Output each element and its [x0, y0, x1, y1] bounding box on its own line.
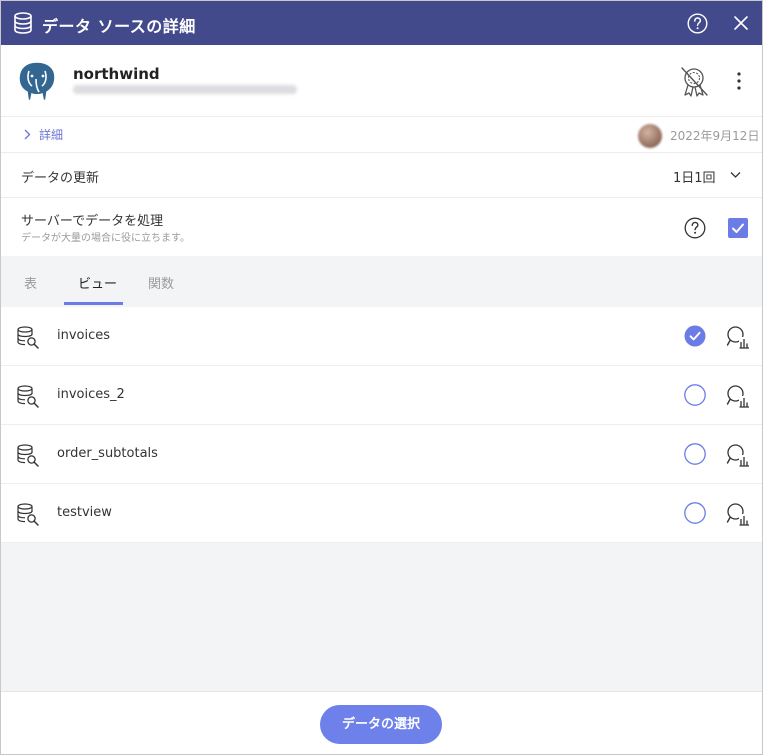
database-search-icon — [17, 503, 39, 526]
list-item[interactable]: invoices_2 — [1, 366, 762, 425]
details-row: 詳細 2022年9月12日 — [1, 117, 762, 153]
data-preview-icon[interactable] — [726, 384, 750, 408]
tab-views[interactable]: ビュー — [78, 273, 117, 292]
data-preview-icon[interactable] — [726, 502, 750, 526]
server-processing-checkbox[interactable] — [728, 218, 748, 238]
tab-bar: 表 ビュー 関数 — [1, 256, 762, 307]
question-icon[interactable] — [684, 217, 706, 239]
details-link[interactable]: 詳細 — [39, 126, 63, 143]
connection-account-redacted — [73, 85, 297, 94]
server-processing-label: サーバーでデータを処理 — [21, 214, 164, 229]
chevron-right-icon[interactable] — [23, 129, 31, 140]
active-tab-indicator — [64, 302, 123, 305]
tab-functions[interactable]: 関数 — [148, 273, 174, 292]
refresh-frequency-dropdown[interactable]: 1日1回 — [673, 167, 716, 186]
title-bar: データ ソースの詳細 — [1, 1, 762, 45]
connection-name: northwind — [73, 65, 160, 83]
server-processing-description: データが大量の場合に役に立ちます。 — [21, 233, 190, 244]
certified-badge-off-icon[interactable] — [677, 65, 711, 99]
window-title: データ ソースの詳細 — [42, 17, 196, 36]
data-refresh-row: データの更新 1日1回 — [1, 153, 762, 198]
help-icon[interactable] — [687, 13, 708, 34]
chevron-down-icon[interactable] — [730, 171, 741, 179]
view-name: invoices_2 — [57, 387, 125, 402]
view-name: order_subtotals — [57, 446, 158, 461]
list-item[interactable]: invoices — [1, 307, 762, 366]
footer: データの選択 — [1, 691, 762, 754]
tab-tables[interactable]: 表 — [24, 273, 37, 292]
checkmark-icon — [732, 223, 744, 233]
database-search-icon — [17, 326, 39, 349]
radio-selected[interactable] — [684, 325, 706, 347]
kebab-menu-icon[interactable] — [731, 69, 747, 93]
server-processing-row: サーバーでデータを処理 データが大量の場合に役に立ちます。 — [1, 198, 762, 256]
database-icon — [14, 12, 32, 34]
data-preview-icon[interactable] — [726, 325, 750, 349]
close-icon[interactable] — [733, 15, 749, 31]
select-data-button[interactable]: データの選択 — [320, 705, 442, 744]
list-item[interactable]: order_subtotals — [1, 425, 762, 484]
modified-date: 2022年9月12日 — [670, 129, 760, 143]
database-search-icon — [17, 444, 39, 467]
views-list: invoices invoices_2 order_subtotals test… — [1, 307, 762, 543]
database-search-icon — [17, 385, 39, 408]
postgresql-elephant-icon — [18, 61, 56, 102]
view-name: invoices — [57, 328, 111, 343]
data-preview-icon[interactable] — [726, 443, 750, 467]
list-item[interactable]: testview — [1, 484, 762, 543]
view-name: testview — [57, 505, 112, 520]
radio-unselected[interactable] — [684, 443, 706, 465]
radio-unselected[interactable] — [684, 502, 706, 524]
connection-header: northwind — [1, 45, 762, 117]
data-refresh-label: データの更新 — [21, 171, 100, 186]
avatar — [638, 124, 662, 148]
radio-unselected[interactable] — [684, 384, 706, 406]
data-source-details-window: データ ソースの詳細 northwind 詳細 2022年9月12日 データの更… — [0, 0, 763, 755]
